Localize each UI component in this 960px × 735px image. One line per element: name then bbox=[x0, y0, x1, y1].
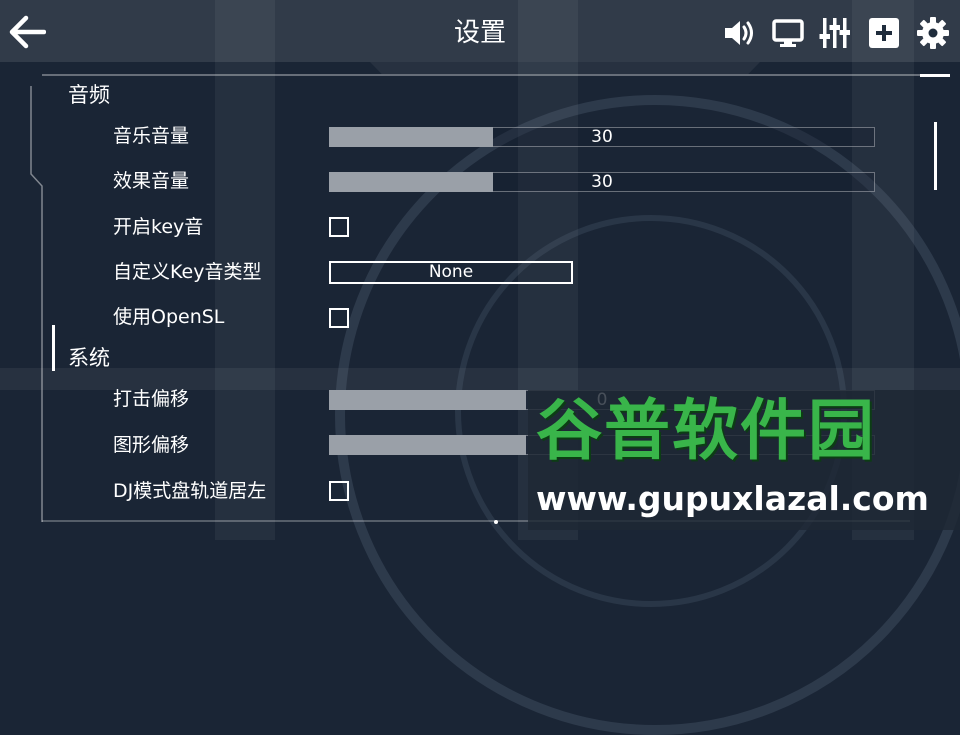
key-sound-checkbox[interactable] bbox=[329, 217, 349, 237]
sound-button[interactable] bbox=[722, 16, 756, 50]
section-indicator bbox=[52, 325, 55, 371]
page-dot bbox=[494, 520, 498, 524]
slider-fill bbox=[329, 435, 526, 455]
mixer-button[interactable] bbox=[818, 16, 852, 50]
dj-lane-left-checkbox[interactable] bbox=[329, 481, 349, 501]
music-volume-value: 30 bbox=[591, 127, 613, 147]
arrow-left-icon bbox=[9, 15, 47, 49]
sliders-icon bbox=[819, 18, 850, 48]
watermark-url: www.gupuxlazal.com bbox=[536, 479, 929, 518]
add-button[interactable] bbox=[867, 16, 901, 50]
scrollbar-thumb[interactable] bbox=[934, 122, 937, 190]
scroll-top-marker bbox=[920, 74, 950, 77]
custom-key-type-label: 自定义Key音类型 bbox=[113, 261, 262, 283]
music-volume-slider[interactable]: 30 bbox=[329, 127, 875, 147]
watermark-overlay: 谷普软件园 www.gupuxlazal.com bbox=[528, 390, 960, 530]
music-volume-label: 音乐音量 bbox=[113, 125, 190, 147]
settings-button[interactable] bbox=[916, 16, 950, 50]
effect-volume-slider[interactable]: 30 bbox=[329, 172, 875, 192]
custom-key-type-select[interactable]: None bbox=[329, 261, 573, 284]
section-title-audio: 音频 bbox=[68, 83, 110, 107]
use-opensl-checkbox[interactable] bbox=[329, 308, 349, 328]
watermark-title: 谷普软件园 bbox=[536, 392, 876, 469]
display-button[interactable] bbox=[771, 16, 805, 50]
header-notch bbox=[370, 62, 760, 74]
speaker-icon bbox=[725, 21, 753, 45]
effect-volume-value: 30 bbox=[591, 172, 613, 192]
key-sound-label: 开启key音 bbox=[113, 216, 204, 238]
plus-icon bbox=[869, 18, 899, 48]
page-title: 设置 bbox=[453, 18, 506, 48]
hit-offset-label: 打击偏移 bbox=[113, 388, 190, 410]
use-opensl-label: 使用OpenSL bbox=[113, 306, 225, 328]
gear-icon bbox=[917, 17, 949, 49]
effect-volume-label: 效果音量 bbox=[113, 170, 190, 192]
back-button[interactable] bbox=[6, 14, 47, 50]
monitor-icon bbox=[772, 19, 804, 47]
dj-lane-left-label: DJ模式盘轨道居左 bbox=[113, 480, 267, 502]
section-title-system: 系统 bbox=[68, 346, 110, 370]
graphics-offset-label: 图形偏移 bbox=[113, 434, 190, 456]
